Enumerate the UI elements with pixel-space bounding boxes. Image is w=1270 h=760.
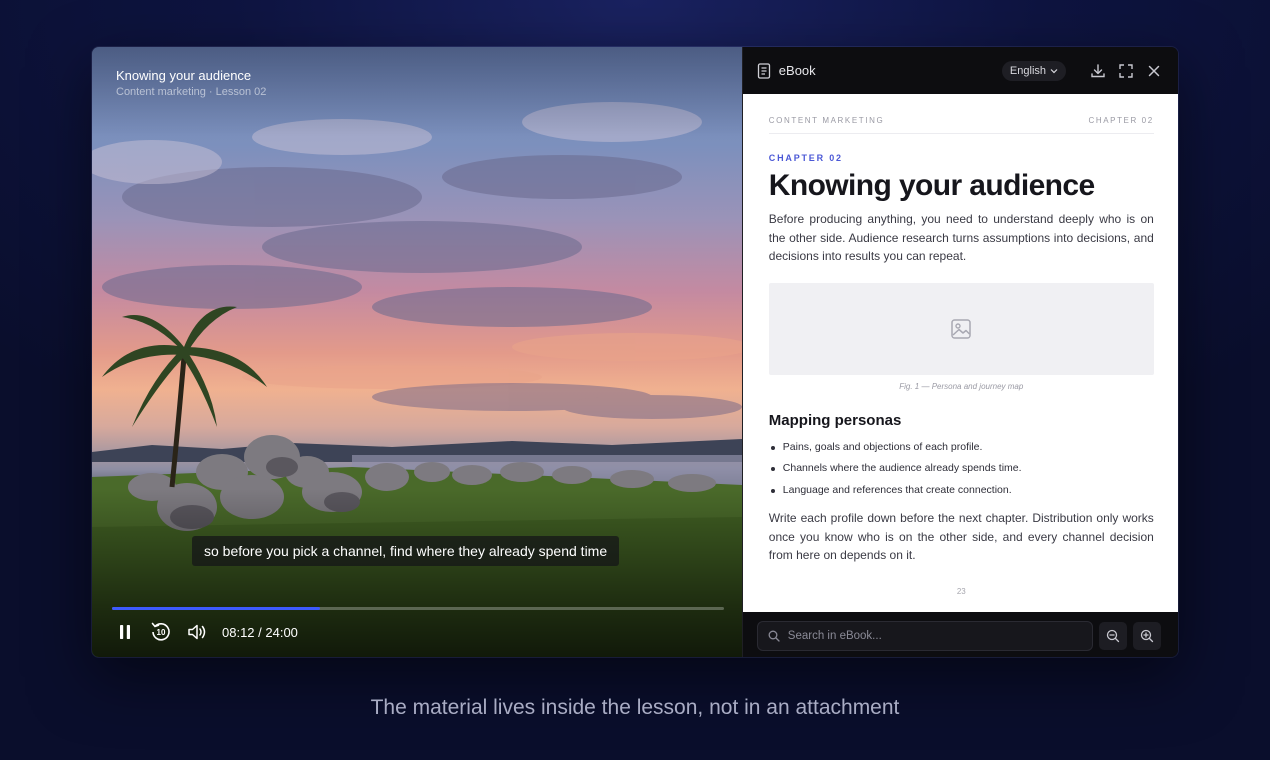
- lesson-player: Knowing your audience Content marketing …: [91, 46, 1179, 658]
- intro-paragraph: Before producing anything, you need to u…: [768, 212, 1154, 263]
- search-box[interactable]: [756, 620, 1093, 651]
- ebook-panel: eBook English CONTENT MARKETING CHAPTER …: [741, 47, 1178, 657]
- subtitle-caption: so before you pick a channel, find where…: [192, 536, 620, 566]
- search-icon: [768, 630, 780, 642]
- replay-10-icon: 10: [151, 622, 170, 641]
- video-player[interactable]: Knowing your audience Content marketing …: [92, 47, 742, 657]
- tagline: The material lives inside the lesson, no…: [370, 696, 900, 719]
- chapter-heading: Knowing your audience: [768, 169, 1095, 202]
- progress-fill: [112, 607, 321, 610]
- running-header: CONTENT MARKETING CHAPTER 02: [768, 94, 1154, 134]
- language-value: English: [1009, 64, 1046, 77]
- video-controls: 10 08:12 / 24:00: [112, 619, 298, 645]
- download-button[interactable]: [1088, 61, 1108, 81]
- volume-button[interactable]: [184, 619, 210, 645]
- download-icon: [1091, 63, 1105, 77]
- outro-paragraph: Write each profile down before the next …: [768, 511, 1154, 562]
- ebook-footer: [743, 612, 1178, 657]
- video-subtitle: Content marketing · Lesson 02: [116, 86, 267, 98]
- time-readout: 08:12 / 24:00: [222, 624, 298, 640]
- zoom-in-button[interactable]: [1132, 621, 1161, 650]
- replay-10-button[interactable]: 10: [148, 619, 174, 645]
- close-icon: [1148, 65, 1160, 76]
- svg-text:10: 10: [157, 628, 166, 637]
- fullscreen-icon: [1119, 63, 1133, 78]
- language-select[interactable]: English: [1001, 60, 1066, 81]
- zoom-in-icon: [1140, 629, 1153, 642]
- image-icon: [951, 318, 972, 339]
- running-header-right: CHAPTER 02: [1088, 116, 1154, 125]
- pause-button[interactable]: [112, 619, 138, 645]
- list-item: Channels where the audience already spen…: [769, 458, 1154, 480]
- running-header-left: CONTENT MARKETING: [768, 116, 885, 125]
- list-item: Language and references that create conn…: [769, 480, 1154, 502]
- search-input[interactable]: [787, 629, 1078, 642]
- pause-icon: [120, 625, 130, 639]
- list-item: Pains, goals and objections of each prof…: [769, 437, 1154, 459]
- volume-icon: [188, 624, 206, 640]
- bullet-list: Pains, goals and objections of each prof…: [769, 437, 1154, 502]
- video-title: Knowing your audience: [116, 68, 252, 83]
- fullscreen-button[interactable]: [1116, 61, 1136, 81]
- ebook-page: CONTENT MARKETING CHAPTER 02 CHAPTER 02 …: [742, 94, 1178, 612]
- figure-placeholder: [768, 282, 1154, 375]
- section-heading: Mapping personas: [768, 411, 902, 429]
- figure-caption: Fig. 1 — Persona and journey map: [899, 381, 1024, 391]
- chapter-label: CHAPTER 02: [768, 153, 843, 163]
- zoom-out-button[interactable]: [1098, 621, 1127, 650]
- chevron-down-icon: [1050, 68, 1058, 73]
- book-icon: [757, 62, 770, 79]
- page-number: 23: [956, 587, 966, 596]
- ebook-header: eBook English: [743, 47, 1178, 94]
- progress-bar[interactable]: [112, 607, 724, 610]
- ebook-title: eBook: [778, 63, 816, 78]
- close-button[interactable]: [1144, 61, 1164, 81]
- zoom-out-icon: [1106, 629, 1119, 642]
